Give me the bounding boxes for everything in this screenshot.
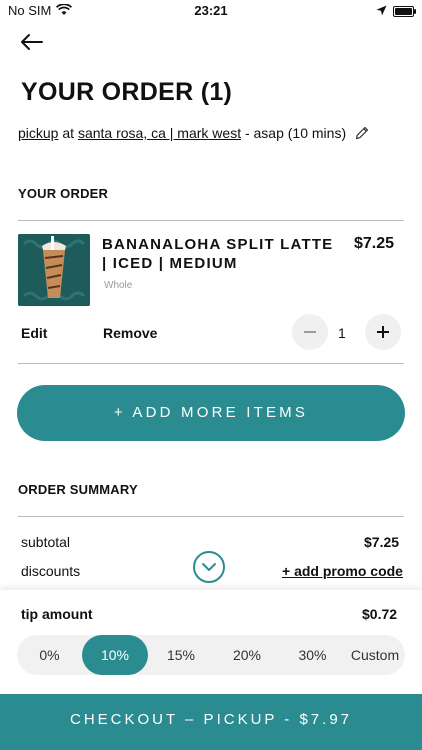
divider: [18, 516, 404, 517]
discounts-label: discounts: [21, 563, 81, 579]
item-name: BANANALOHA SPLIT LATTE | ICED | MEDIUM: [102, 236, 334, 272]
item-image: [18, 234, 90, 306]
item-option: Whole: [104, 280, 133, 291]
item-price: $7.25: [354, 235, 395, 252]
add-promo-code-link[interactable]: + add promo code: [282, 563, 403, 579]
tip-option-15[interactable]: 15%: [148, 635, 214, 675]
tip-option-20[interactable]: 20%: [214, 635, 280, 675]
order-summary-heading: ORDER SUMMARY: [18, 482, 138, 497]
divider: [18, 363, 404, 364]
back-arrow-icon[interactable]: [18, 30, 46, 54]
status-bar: No SIM 23:21: [0, 0, 422, 22]
add-more-items-button[interactable]: + ADD MORE ITEMS: [17, 385, 405, 441]
edit-item-button[interactable]: Edit: [21, 325, 47, 341]
your-order-heading: YOUR ORDER: [18, 186, 109, 201]
tip-option-10[interactable]: 10%: [82, 635, 148, 675]
clock: 23:21: [194, 3, 228, 18]
pickup-details: pickup at santa rosa, ca | mark west - a…: [18, 125, 346, 141]
tip-amount-label: tip amount: [21, 606, 93, 622]
tip-option-30[interactable]: 30%: [280, 635, 345, 675]
increase-quantity-button[interactable]: [365, 314, 401, 350]
chevron-down-icon[interactable]: [193, 551, 225, 583]
decrease-quantity-button[interactable]: [292, 314, 328, 350]
subtotal-value: $7.25: [364, 534, 400, 550]
subtotal-label: subtotal: [21, 534, 71, 550]
battery-icon: [393, 6, 416, 17]
remove-item-button[interactable]: Remove: [103, 325, 157, 341]
page-title: YOUR ORDER (1): [21, 78, 233, 106]
tip-option-0[interactable]: 0%: [17, 635, 82, 675]
pickup-location-link[interactable]: santa rosa, ca | mark west: [78, 125, 241, 141]
tip-amount-value: $0.72: [362, 606, 398, 622]
checkout-button[interactable]: CHECKOUT – PICKUP - $7.97: [0, 694, 422, 750]
location-arrow-icon: [376, 5, 387, 16]
pickup-timing-text: - asap (10 mins): [244, 125, 347, 141]
pencil-icon[interactable]: [354, 125, 370, 141]
minus-icon: [304, 331, 316, 333]
plus-icon: [377, 326, 389, 338]
divider: [18, 220, 404, 221]
pickup-mode-link[interactable]: pickup: [18, 125, 58, 141]
pickup-at-text: at: [62, 125, 75, 141]
tip-option-custom[interactable]: Custom: [345, 635, 405, 675]
quantity-value: 1: [338, 325, 346, 341]
